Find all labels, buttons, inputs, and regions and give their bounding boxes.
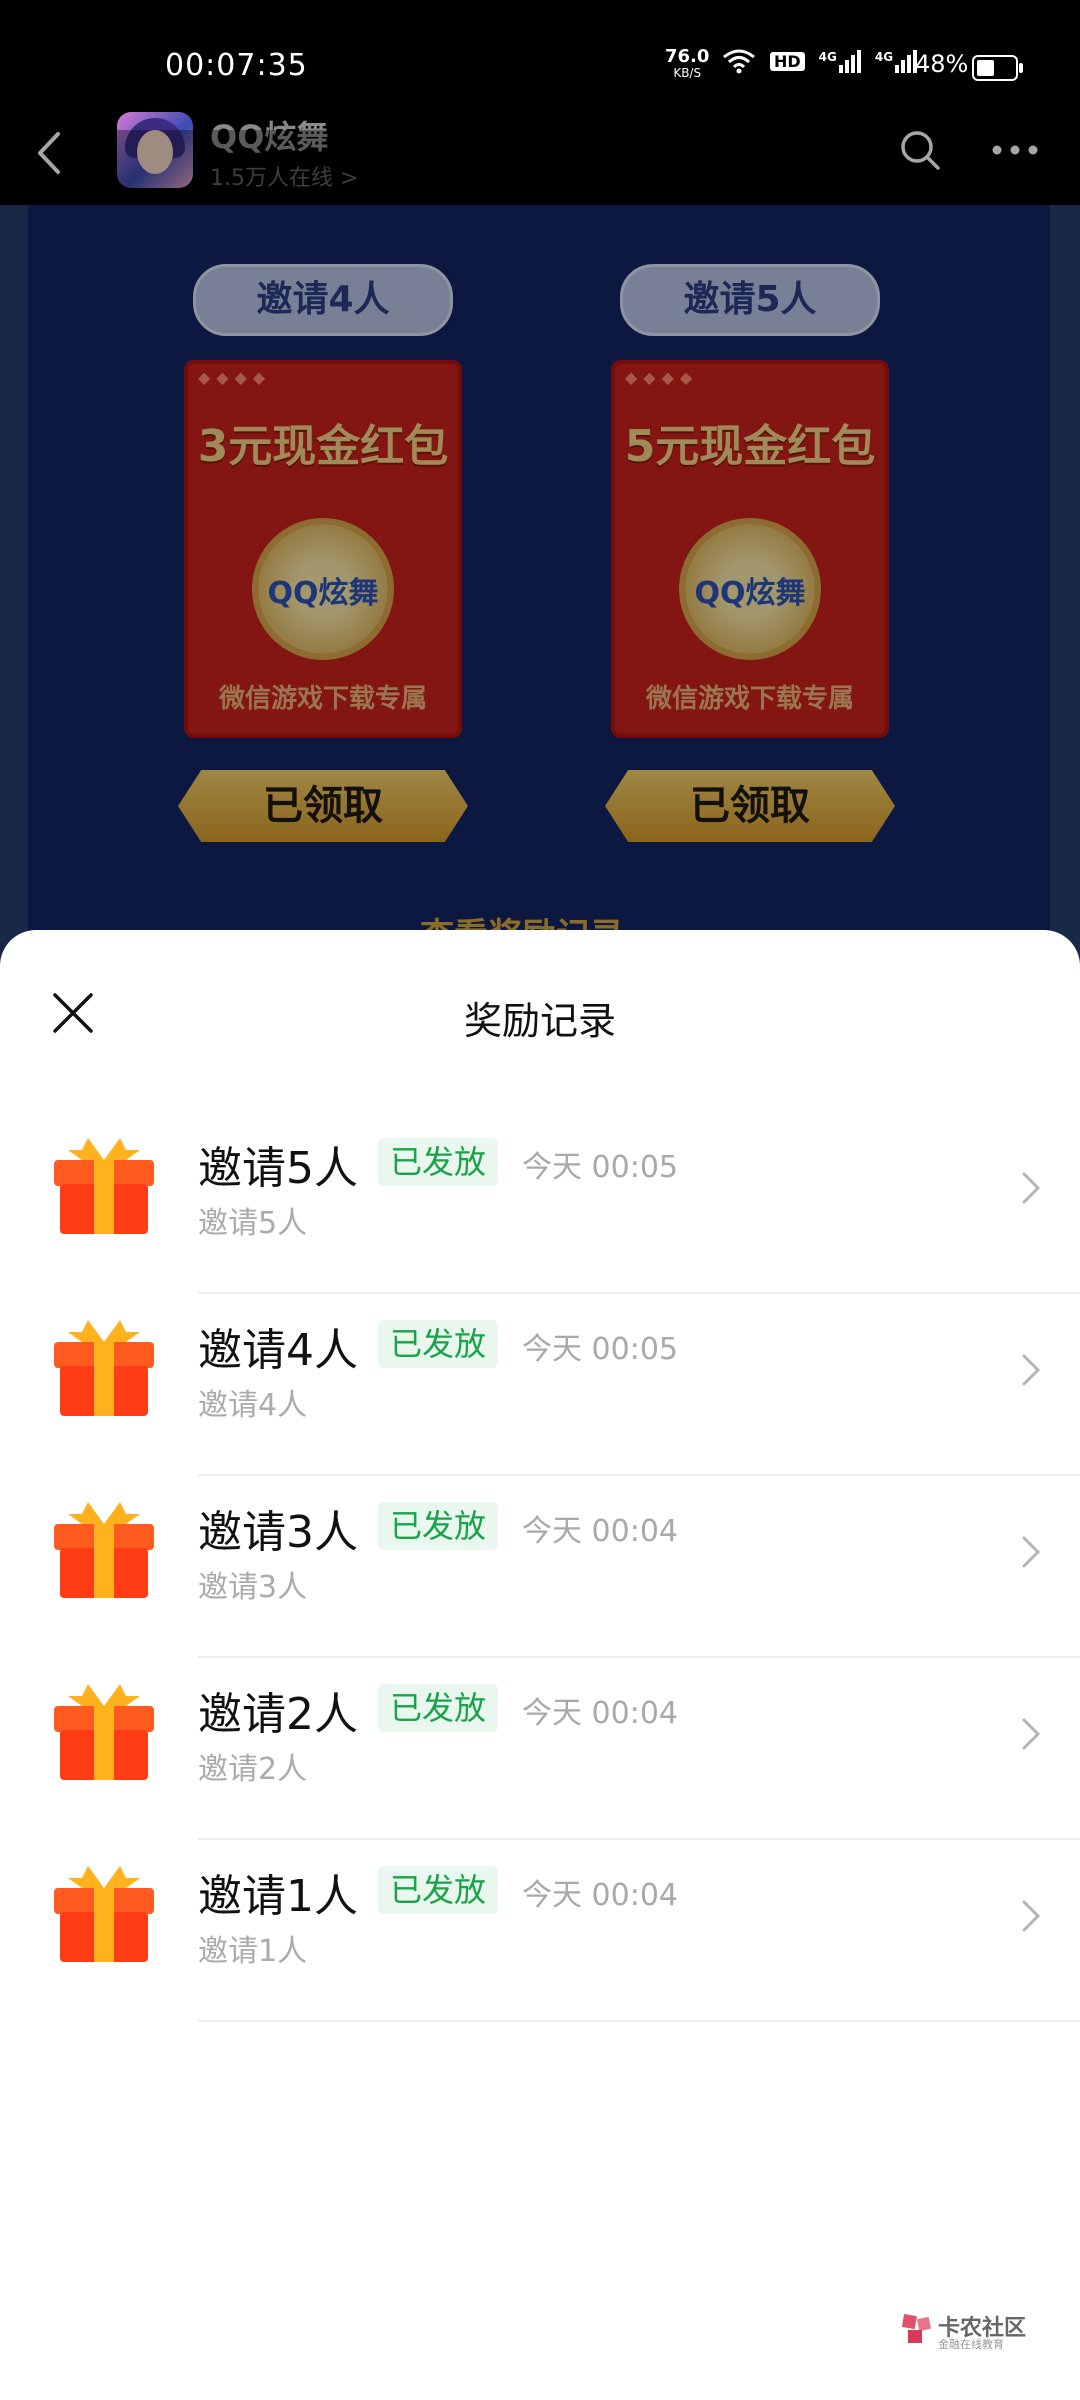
reward-record-item[interactable]: 邀请2人 已发放 今天 00:04 邀请2人: [0, 1658, 1080, 1840]
chevron-right-icon: [1022, 1900, 1041, 1932]
record-title: 邀请3人: [198, 1507, 358, 1558]
wifi-icon: [723, 49, 755, 74]
status-badge: 已发放: [378, 1502, 499, 1550]
watermark: 卡农社区 金融在线教育: [900, 2310, 1030, 2354]
chevron-right-icon: [1022, 1718, 1041, 1750]
record-title: 邀请4人: [198, 1325, 358, 1376]
reward-record-item[interactable]: 邀请4人 已发放 今天 00:05 邀请4人: [0, 1294, 1080, 1476]
network-rate-value: 76.0: [665, 46, 710, 67]
chevron-right-icon: [1022, 1354, 1041, 1386]
record-time: 今天 00:05: [522, 1332, 678, 1367]
record-title: 邀请5人: [198, 1143, 358, 1194]
signal-label-2: 4G: [874, 49, 894, 64]
record-title: 邀请1人: [198, 1871, 358, 1922]
chevron-right-icon: [1022, 1172, 1041, 1204]
status-badge: 已发放: [378, 1138, 499, 1186]
reward-record-list: 邀请5人 已发放 今天 00:05 邀请5人 邀请4人 已发放 今天 00:05…: [0, 1112, 1080, 2022]
record-title: 邀请2人: [198, 1689, 358, 1740]
reward-record-item[interactable]: 邀请1人 已发放 今天 00:04 邀请1人: [0, 1840, 1080, 2022]
reward-record-item[interactable]: 邀请3人 已发放 今天 00:04 邀请3人: [0, 1476, 1080, 1658]
record-subtitle: 邀请3人: [198, 1570, 308, 1605]
divider: [198, 2020, 1080, 2022]
signal-icon-2: 4G: [874, 49, 918, 73]
status-badge: 已发放: [378, 1684, 499, 1732]
watermark-logo-icon: [901, 2314, 932, 2343]
reward-records-sheet: 奖励记录 邀请5人 已发放 今天 00:05 邀请5人 邀请4人 已发放 今天 …: [0, 930, 1080, 2400]
sheet-title: 奖励记录: [463, 999, 616, 1043]
gift-icon: [54, 1866, 154, 1962]
record-time: 今天 00:04: [522, 1514, 678, 1549]
status-badge: 已发放: [378, 1320, 499, 1368]
chevron-right-icon: [1022, 1536, 1041, 1568]
record-time: 今天 00:04: [522, 1696, 678, 1731]
record-subtitle: 邀请2人: [198, 1752, 308, 1787]
watermark-subtext: 金融在线教育: [938, 2338, 1004, 2351]
status-time: 00:07:35: [165, 48, 308, 83]
hd-icon: HD: [770, 51, 805, 71]
network-rate-unit: KB/S: [673, 66, 702, 80]
battery-icon: [972, 55, 1023, 81]
status-badge: 已发放: [378, 1866, 499, 1914]
network-rate: 76.0 KB/S: [665, 46, 710, 81]
signal-icon: 4G: [818, 49, 861, 73]
record-time: 今天 00:04: [522, 1878, 678, 1913]
gift-icon: [54, 1684, 154, 1780]
status-icons: HD 4G 4G: [722, 48, 918, 74]
record-time: 今天 00:05: [522, 1150, 678, 1185]
gift-icon: [54, 1502, 154, 1598]
record-subtitle: 邀请1人: [198, 1934, 308, 1969]
signal-label: 4G: [818, 49, 837, 64]
battery-percent: 48%: [915, 50, 969, 78]
gift-icon: [54, 1320, 154, 1416]
record-subtitle: 邀请4人: [198, 1388, 308, 1423]
gift-icon: [54, 1138, 154, 1234]
record-subtitle: 邀请5人: [198, 1206, 308, 1241]
reward-record-item[interactable]: 邀请5人 已发放 今天 00:05 邀请5人: [0, 1112, 1080, 1294]
